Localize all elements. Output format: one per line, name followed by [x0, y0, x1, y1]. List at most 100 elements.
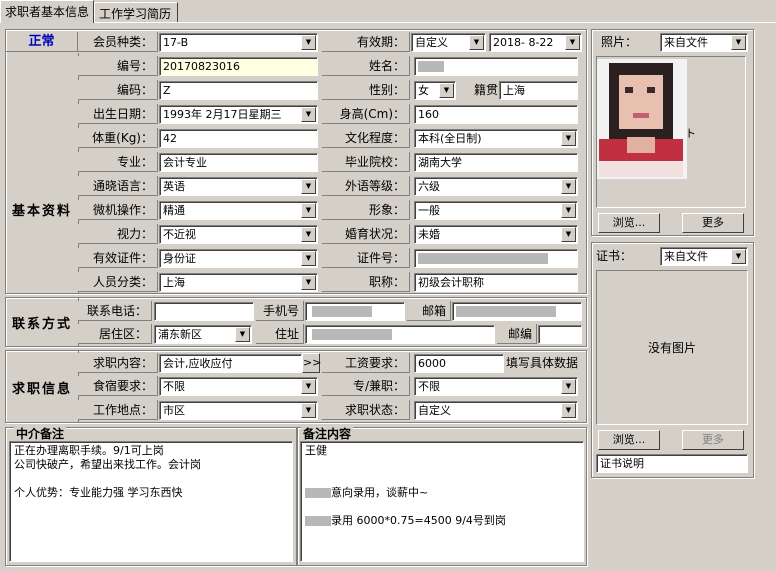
native-label: 籍贯 — [473, 83, 498, 97]
birth-label: 出生日期： — [78, 104, 158, 124]
pc-value: 精通 — [163, 204, 185, 217]
district-select[interactable]: 浦东新区 ▼ — [154, 325, 252, 344]
remark-memo[interactable]: 王健 意向录用，谈薪中~ 录用 6000*0.75=4500 9/4号到岗 — [300, 441, 584, 562]
cert-source-select[interactable]: 来自文件 ▼ — [660, 247, 748, 266]
pc-label: 微机操作： — [78, 200, 158, 220]
dropdown-arrow-icon[interactable]: ▼ — [235, 327, 250, 342]
dropdown-arrow-icon[interactable]: ▼ — [301, 403, 316, 418]
lang-level-label: 外语等级： — [322, 176, 410, 196]
section-job-title: 求职信息 — [11, 382, 72, 397]
state-label: 求职状态： — [322, 400, 410, 420]
member-type-value: 17-B — [163, 36, 189, 49]
height-field[interactable]: 160 — [414, 105, 578, 124]
phone-label: 联系电话： — [78, 301, 152, 321]
cert-type-select[interactable]: 身份证 ▼ — [159, 249, 318, 268]
salary-field[interactable]: 6000 — [414, 354, 504, 373]
marital-label: 婚育状况： — [322, 224, 410, 244]
dropdown-arrow-icon[interactable]: ▼ — [561, 403, 576, 418]
marital-select[interactable]: 未婚 ▼ — [414, 225, 578, 244]
redacted-block — [305, 516, 331, 526]
tab-basic-info[interactable]: 求职者基本信息 — [0, 0, 94, 23]
edu-select[interactable]: 本科(全日制) ▼ — [414, 129, 578, 148]
pc-select[interactable]: 精通 ▼ — [159, 201, 318, 220]
member-type-select[interactable]: 17-B ▼ — [159, 33, 318, 52]
dropdown-arrow-icon[interactable]: ▼ — [301, 179, 316, 194]
dropdown-arrow-icon[interactable]: ▼ — [301, 35, 316, 50]
redacted-block — [305, 488, 331, 498]
svg-text:ト: ト — [685, 127, 696, 140]
cert-browse-button[interactable]: 浏览... — [598, 430, 660, 450]
mobile-field[interactable] — [305, 302, 405, 321]
cert-image-area: 没有图片 — [596, 270, 748, 425]
remark-text: 录用 6000*0.75=4500 9/4号到岗 — [331, 514, 506, 527]
dropdown-arrow-icon[interactable]: ▼ — [301, 227, 316, 242]
dropdown-arrow-icon[interactable]: ▼ — [561, 179, 576, 194]
name-field[interactable] — [414, 57, 578, 76]
dropdown-arrow-icon[interactable]: ▼ — [561, 203, 576, 218]
validity-mode-select[interactable]: 自定义 ▼ — [411, 33, 486, 52]
dropdown-arrow-icon[interactable]: ▼ — [561, 131, 576, 146]
id-field[interactable]: 20170823016 — [159, 57, 318, 76]
photo-source-select[interactable]: 来自文件 ▼ — [660, 33, 748, 52]
birth-date-picker[interactable]: 1993年 2月17日星期三 ▼ — [159, 105, 318, 124]
image-select[interactable]: 一般 ▼ — [414, 201, 578, 220]
remark-line: 王健 — [305, 444, 327, 457]
major-field[interactable]: 会计专业 — [159, 153, 318, 172]
lang-select[interactable]: 英语 ▼ — [159, 177, 318, 196]
dropdown-arrow-icon[interactable]: ▼ — [469, 35, 484, 50]
dropdown-arrow-icon[interactable]: ▼ — [301, 107, 316, 122]
dropdown-arrow-icon[interactable]: ▼ — [731, 249, 746, 264]
validity-label: 有效期： — [322, 32, 410, 52]
code-field[interactable]: Z — [159, 81, 318, 100]
dropdown-arrow-icon[interactable]: ▼ — [561, 227, 576, 242]
address-label: 住址 — [256, 324, 304, 344]
photo-frame: ト — [596, 56, 746, 208]
phone-field[interactable] — [154, 302, 254, 321]
email-field[interactable] — [452, 302, 582, 321]
cert-source-value: 来自文件 — [664, 250, 708, 263]
dropdown-arrow-icon[interactable]: ▼ — [439, 83, 454, 98]
board-select[interactable]: 不限 ▼ — [159, 377, 318, 396]
zip-field[interactable] — [538, 325, 582, 344]
gender-select[interactable]: 女 ▼ — [414, 81, 456, 100]
mobile-label: 手机号 — [256, 301, 304, 321]
dropdown-arrow-icon[interactable]: ▼ — [301, 275, 316, 290]
validity-date-picker[interactable]: 2018- 8-22 ▼ — [489, 33, 582, 52]
native-field[interactable]: 上海 — [499, 81, 578, 100]
id-label: 编号： — [78, 56, 158, 76]
category-value: 上海 — [163, 276, 185, 289]
title-field[interactable]: 初级会计职称 — [414, 273, 578, 292]
dropdown-arrow-icon[interactable]: ▼ — [565, 35, 580, 50]
lang-level-select[interactable]: 六级 ▼ — [414, 177, 578, 196]
dropdown-arrow-icon[interactable]: ▼ — [301, 251, 316, 266]
cert-label: 证书： — [596, 249, 633, 263]
agency-notes-memo[interactable]: 正在办理离职手续。9/1可上岗 公司快破产，希望出来找工作。会计岗 个人优势：专… — [9, 441, 293, 562]
gender-value: 女 — [418, 84, 429, 97]
location-select[interactable]: 市区 ▼ — [159, 401, 318, 420]
state-value: 自定义 — [418, 404, 451, 417]
job-content-more-button[interactable]: >> — [302, 353, 321, 373]
cert-no-field[interactable] — [414, 249, 578, 268]
address-field[interactable] — [305, 325, 495, 344]
weight-field[interactable]: 42 — [159, 129, 318, 148]
photo-browse-button[interactable]: 浏览... — [598, 213, 660, 233]
dropdown-arrow-icon[interactable]: ▼ — [301, 379, 316, 394]
state-select[interactable]: 自定义 ▼ — [414, 401, 578, 420]
fulltime-select[interactable]: 不限 ▼ — [414, 377, 578, 396]
remark-line: 意向录用，谈薪中~ — [305, 486, 579, 500]
dropdown-arrow-icon[interactable]: ▼ — [731, 35, 746, 50]
job-content-field[interactable]: 会计,应收应付 — [159, 354, 302, 373]
dropdown-arrow-icon[interactable]: ▼ — [561, 379, 576, 394]
location-value: 市区 — [163, 404, 185, 417]
vision-select[interactable]: 不近视 ▼ — [159, 225, 318, 244]
cert-description-field[interactable]: 证书说明 — [596, 454, 748, 473]
tab-resume[interactable]: 工作学习简历 — [94, 2, 178, 22]
school-field[interactable]: 湖南大学 — [414, 153, 578, 172]
category-select[interactable]: 上海 ▼ — [159, 273, 318, 292]
district-label: 居住区： — [78, 324, 152, 344]
photo-more-button[interactable]: 更多 — [682, 213, 744, 233]
cert-more-button[interactable]: 更多 — [682, 430, 744, 450]
dropdown-arrow-icon[interactable]: ▼ — [301, 203, 316, 218]
marital-value: 未婚 — [418, 228, 440, 241]
vision-value: 不近视 — [163, 228, 196, 241]
